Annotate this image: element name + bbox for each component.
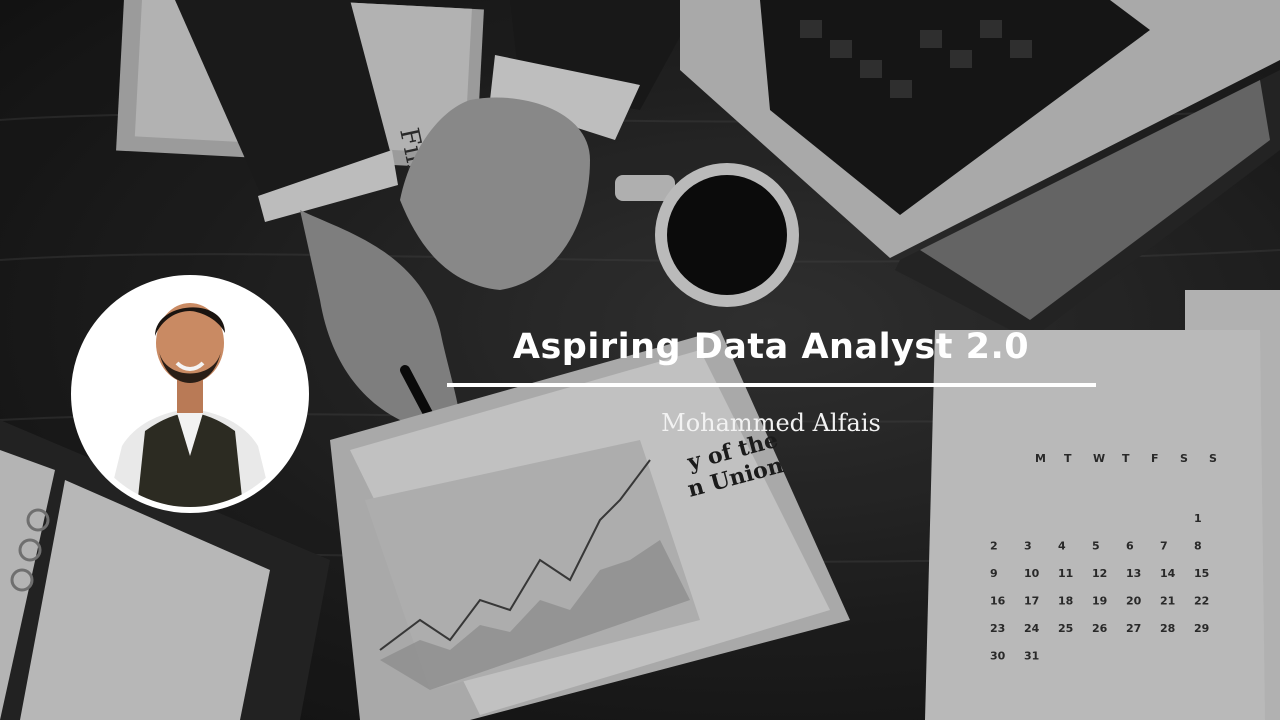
author-name: Mohammed Alfais xyxy=(661,409,881,437)
banner-title: Aspiring Data Analyst 2.0 xyxy=(512,327,1030,367)
profile-banner: Fin y of the n Union M T W T F S S 1 2 3… xyxy=(0,0,1280,720)
title-divider xyxy=(447,383,1096,387)
person-portrait xyxy=(77,281,303,507)
profile-avatar xyxy=(71,275,309,513)
